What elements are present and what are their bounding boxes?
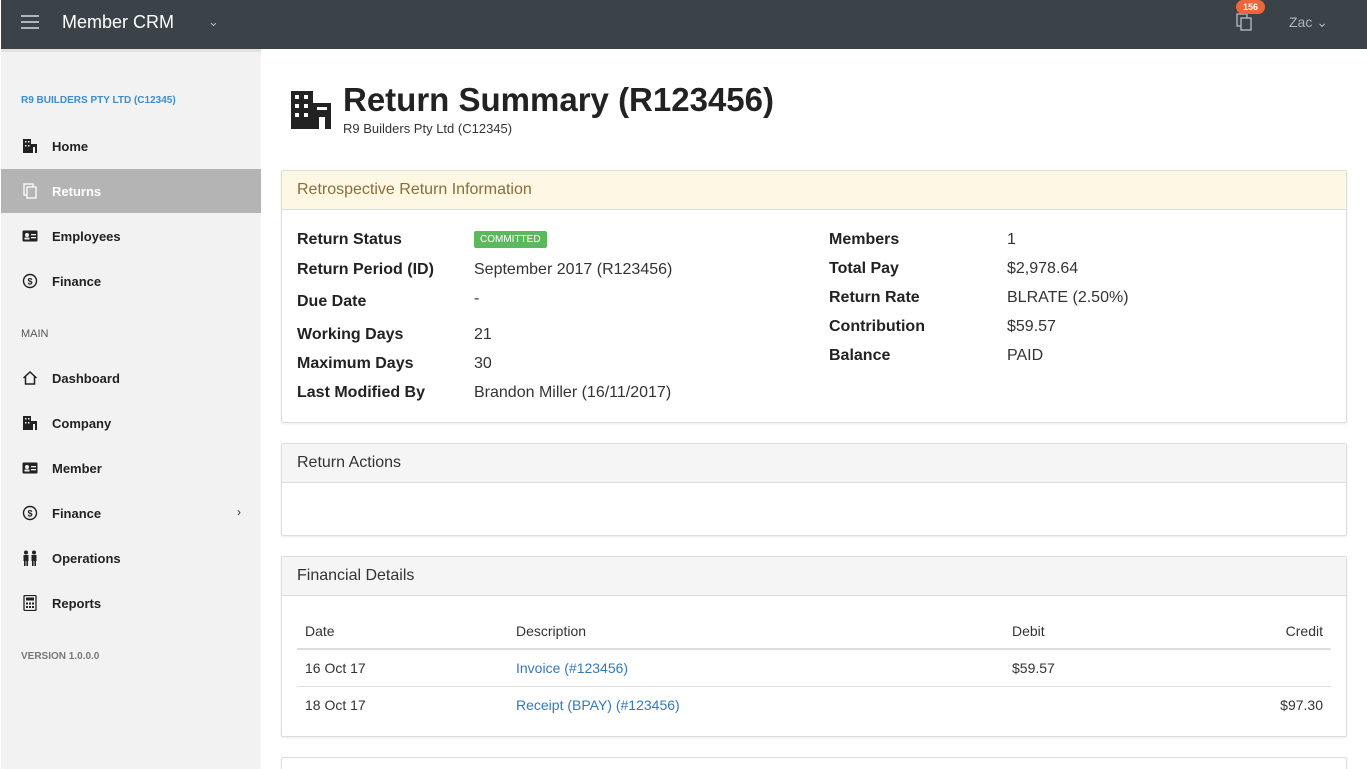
sidebar-section-main: MAIN [21, 328, 49, 340]
status-badge: COMMITTED [474, 229, 547, 248]
return-info-panel: Retrospective Return Information Return … [281, 170, 1347, 423]
sidebar-item-finance-menu[interactable]: $ Finance › [1, 491, 261, 535]
return-info-heading: Retrospective Return Information [282, 171, 1346, 210]
svg-text:$: $ [27, 277, 32, 287]
info-label: Return Rate [829, 289, 920, 306]
info-value: PAID [1007, 347, 1044, 364]
table-row: 18 Oct 17 Receipt (BPAY) (#123456) $97.3… [297, 686, 1331, 723]
column-header-description[interactable]: Description [508, 613, 1004, 650]
info-label: Last Modified By [297, 384, 426, 401]
sidebar-item-returns[interactable]: Returns [1, 169, 261, 213]
cell-debit [1004, 686, 1164, 723]
copy-icon [21, 182, 39, 200]
sidebar-item-label: Returns [52, 183, 102, 199]
info-value: September 2017 (R123456) [474, 261, 673, 278]
info-label: Maximum Days [297, 355, 414, 372]
table-header-row: Date Description Debit Credit [297, 613, 1331, 650]
sidebar-company-name: R9 BUILDERS PTY LTD (C12345) [21, 95, 176, 106]
people-icon [21, 549, 39, 567]
info-label: Return Status [297, 231, 402, 248]
sidebar-item-label: Company [52, 415, 112, 431]
sidebar-item-dashboard[interactable]: Dashboard [1, 356, 261, 400]
return-actions-heading: Return Actions [282, 444, 1346, 483]
sidebar-item-label: Member [52, 460, 102, 476]
sidebar-item-home[interactable]: Home [1, 124, 261, 168]
info-label: Contribution [829, 318, 925, 335]
building-icon [21, 137, 39, 155]
svg-text:$: $ [27, 509, 32, 519]
sidebar-item-member[interactable]: Member [1, 446, 261, 490]
info-label: Due Date [297, 293, 367, 310]
sidebar-item-label: Finance [52, 273, 102, 289]
chevron-down-icon[interactable]: ⌄ [208, 14, 219, 30]
main-content: Return Summary (R123456) R9 Builders Pty… [261, 49, 1367, 769]
sidebar-item-label: Home [52, 138, 89, 154]
cell-debit: $59.57 [1004, 649, 1164, 687]
id-card-icon [21, 459, 39, 477]
top-navbar: Member CRM ⌄ 156 Zac ⌄ [1, 0, 1367, 49]
sidebar-item-company[interactable]: Company [1, 401, 261, 445]
id-card-icon [21, 227, 39, 245]
financial-details-panel: Financial Details Date Description Debit… [281, 556, 1347, 737]
receipt-link[interactable]: Receipt (BPAY) (#123456) [516, 697, 680, 713]
menu-toggle-icon[interactable] [21, 15, 39, 29]
sidebar-item-operations[interactable]: Operations [1, 536, 261, 580]
info-label: Members [829, 231, 900, 248]
cell-date: 16 Oct 17 [297, 649, 508, 687]
user-name: Zac [1289, 14, 1313, 30]
info-value: Brandon Miller (16/11/2017) [474, 384, 672, 401]
dollar-circle-icon: $ [21, 272, 39, 290]
cell-description: Receipt (BPAY) (#123456) [508, 686, 1004, 723]
cell-date: 18 Oct 17 [305, 696, 366, 713]
building-icon [21, 414, 39, 432]
info-value: 1 [1007, 231, 1016, 248]
info-value: BLRATE (2.50%) [1007, 289, 1129, 306]
cell-description: Invoice (#123456) [508, 649, 1004, 687]
user-menu[interactable]: Zac ⌄ [1289, 14, 1328, 31]
return-actions-panel: Return Actions [281, 443, 1347, 536]
sidebar-item-label: Dashboard [52, 370, 120, 386]
version-label: VERSION 1.0.0.0 [21, 651, 100, 662]
building-icon [291, 91, 331, 129]
info-value: 21 [474, 326, 492, 343]
next-panel [281, 757, 1347, 769]
page-subtitle: R9 Builders Pty Ltd (C12345) [343, 121, 513, 136]
sidebar-item-employees[interactable]: Employees [1, 214, 261, 258]
cell-credit [1164, 649, 1331, 687]
financial-table: Date Description Debit Credit 16 Oct 17 … [297, 613, 1331, 723]
sidebar: R9 BUILDERS PTY LTD (C12345) Home Return… [1, 49, 261, 769]
sidebar-item-label: Employees [52, 228, 121, 244]
info-value: $2,978.64 [1007, 260, 1079, 277]
app-title[interactable]: Member CRM [62, 12, 174, 33]
cell-credit: $97.30 [1280, 696, 1323, 713]
page-title: Return Summary (R123456) [343, 81, 774, 118]
financial-details-heading: Financial Details [282, 557, 1346, 596]
sidebar-item-label: Operations [52, 550, 121, 566]
calculator-icon [21, 594, 39, 612]
info-value: - [474, 290, 480, 307]
column-header-date[interactable]: Date [297, 613, 508, 650]
chevron-right-icon: › [237, 505, 241, 519]
notifications-icon[interactable] [1236, 13, 1252, 31]
invoice-link[interactable]: Invoice (#123456) [516, 660, 628, 676]
info-label: Working Days [297, 326, 404, 343]
info-label: Return Period (ID) [297, 261, 434, 278]
sidebar-item-label: Reports [52, 595, 102, 611]
dollar-circle-icon: $ [21, 504, 39, 522]
notification-count-badge: 156 [1236, 0, 1266, 14]
info-value: $59.57 [1007, 318, 1056, 335]
column-header-credit[interactable]: Credit [1164, 613, 1331, 650]
sidebar-item-finance[interactable]: $ Finance [1, 259, 261, 303]
committed-badge: COMMITTED [474, 231, 547, 248]
info-value: 30 [474, 355, 492, 372]
home-icon [21, 369, 39, 387]
info-label: Total Pay [829, 260, 899, 277]
info-label: Balance [829, 347, 891, 364]
column-header-debit[interactable]: Debit [1004, 613, 1164, 650]
table-row: 16 Oct 17 Invoice (#123456) $59.57 [297, 649, 1331, 687]
sidebar-item-reports[interactable]: Reports [1, 581, 261, 625]
sidebar-item-label: Finance [52, 505, 102, 521]
